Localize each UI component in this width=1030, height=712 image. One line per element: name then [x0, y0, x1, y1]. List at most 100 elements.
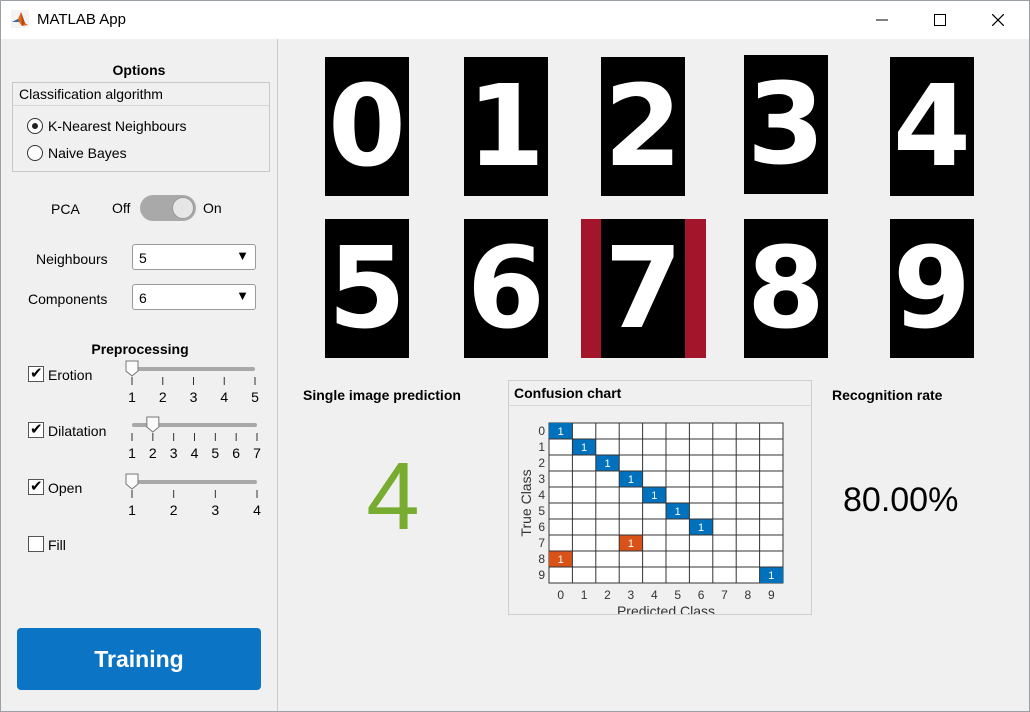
digit-glyph: 8 — [747, 223, 825, 354]
slider-tick-label: 3 — [170, 445, 178, 461]
x-axis-label: Predicted Class — [617, 603, 715, 614]
slider-tick-label: 1 — [128, 389, 136, 405]
digit-image-6[interactable]: 6 — [464, 219, 548, 358]
erotion-checkbox[interactable]: ✔ — [28, 365, 44, 382]
x-tick-label: 2 — [604, 588, 611, 602]
digit-image-8[interactable]: 8 — [744, 219, 828, 358]
digit-glyph: 3 — [747, 59, 825, 190]
y-tick-label: 9 — [538, 568, 545, 582]
maximize-icon — [934, 14, 946, 26]
slider-track[interactable] — [132, 367, 255, 371]
pca-on-label: On — [203, 200, 222, 216]
y-tick-label: 2 — [538, 456, 545, 470]
digit-glyph: 7 — [604, 223, 683, 354]
window-title: MATLAB App — [37, 11, 126, 28]
pca-off-label: Off — [112, 200, 131, 216]
checkmark-icon: ✔ — [30, 421, 43, 438]
slider-tick-label: 4 — [220, 389, 228, 405]
chevron-down-icon: ▼ — [236, 248, 249, 263]
radio-knn[interactable] — [27, 118, 43, 134]
dilatation-checkbox[interactable]: ✔ — [28, 421, 44, 438]
components-label: Components — [28, 291, 108, 307]
training-button[interactable]: Training — [17, 628, 261, 690]
pca-toggle[interactable] — [140, 195, 196, 221]
open-checkbox[interactable]: ✔ — [28, 478, 44, 495]
digit-image-5[interactable]: 5 — [325, 219, 409, 358]
options-panel: Options Classification algorithm K-Neare… — [1, 39, 278, 711]
slider-thumb[interactable] — [146, 416, 160, 433]
x-tick-label: 6 — [698, 588, 705, 602]
slider-tick-label: 2 — [149, 445, 157, 461]
fill-checkbox[interactable] — [28, 536, 44, 552]
slider-thumb[interactable] — [125, 473, 139, 490]
x-tick-label: 0 — [557, 588, 564, 602]
recognition-title: Recognition rate — [832, 387, 943, 403]
open-slider[interactable]: 1 2 3 4 — [125, 473, 265, 524]
digit-glyph: 9 — [893, 223, 971, 354]
slider-tick-label: 2 — [170, 502, 178, 518]
close-icon — [992, 14, 1004, 26]
components-dropdown[interactable]: 6 ▼ — [132, 284, 256, 310]
digit-image-1[interactable]: 1 — [464, 57, 548, 196]
prediction-title: Single image prediction — [303, 387, 461, 403]
x-tick-label: 8 — [745, 588, 752, 602]
fill-label: Fill — [48, 537, 66, 553]
slider-tick-label: 4 — [253, 502, 261, 518]
confusion-cell-label: 1 — [558, 426, 564, 438]
confusion-chart: 1 1 1 1 1 1 1 1 1 1 0 0 1 1 2 2 3 3 4 4 5 5 6 6 7 7 8 8 9 9 Predicted … — [518, 422, 784, 614]
slider-tick-label: 1 — [128, 502, 136, 518]
title-bar: MATLAB App — [1, 1, 1029, 39]
maximize-button[interactable] — [917, 1, 963, 39]
minimize-button[interactable] — [859, 1, 905, 39]
pca-toggle-knob[interactable] — [172, 197, 194, 219]
close-button[interactable] — [975, 1, 1021, 39]
app-window: MATLAB App Options Classification algori… — [0, 0, 1030, 712]
slider-track[interactable] — [132, 480, 257, 484]
digit-image-7-selected[interactable]: 7 — [581, 219, 706, 358]
neighbours-dropdown[interactable]: 5 ▼ — [132, 244, 256, 270]
digit-image-9[interactable]: 9 — [890, 219, 974, 358]
y-tick-label: 4 — [538, 488, 545, 502]
open-label: Open — [48, 480, 83, 496]
y-tick-label: 1 — [538, 440, 545, 454]
digit-glyph: 0 — [328, 61, 406, 192]
confusion-cell-label: 1 — [768, 570, 774, 582]
confusion-cell-label: 1 — [698, 522, 704, 534]
preprocessing-title: Preprocessing — [91, 341, 189, 357]
pca-label: PCA — [51, 201, 80, 217]
chevron-down-icon: ▼ — [236, 288, 249, 303]
erotion-slider[interactable]: 1 2 3 4 5 — [125, 360, 265, 411]
components-value: 6 — [139, 290, 147, 306]
slider-tick-label: 5 — [251, 389, 259, 405]
dilatation-slider[interactable]: 1234567 — [125, 416, 265, 467]
digit-image-2[interactable]: 2 — [601, 57, 685, 196]
y-axis-label: True Class — [518, 469, 534, 536]
checkmark-icon: ✔ — [30, 365, 43, 382]
radio-naive-bayes-label[interactable]: Naive Bayes — [48, 145, 127, 161]
digit-glyph: 2 — [604, 61, 682, 192]
matlab-logo-icon — [11, 10, 29, 28]
digit-image-0[interactable]: 0 — [325, 57, 409, 196]
classification-group: Classification algorithm K-Nearest Neigh… — [12, 82, 270, 172]
neighbours-label: Neighbours — [36, 251, 108, 267]
x-tick-label: 5 — [674, 588, 681, 602]
confusion-chart-title: Confusion chart — [514, 385, 622, 401]
y-tick-label: 6 — [538, 520, 545, 534]
digit-glyph: 4 — [893, 61, 971, 192]
classification-group-title: Classification algorithm — [19, 86, 163, 102]
digit-image-3[interactable]: 3 — [744, 55, 828, 194]
radio-naive-bayes[interactable] — [27, 145, 43, 161]
slider-tick-label: 3 — [211, 502, 219, 518]
x-tick-label: 7 — [721, 588, 728, 602]
slider-thumb[interactable] — [125, 360, 139, 377]
confusion-cell-label: 1 — [628, 474, 634, 486]
radio-knn-label[interactable]: K-Nearest Neighbours — [48, 118, 187, 134]
confusion-cell-label: 1 — [558, 554, 564, 566]
recognition-value: 80.00% — [843, 481, 959, 519]
x-tick-label: 1 — [581, 588, 588, 602]
slider-tick-label: 7 — [253, 445, 261, 461]
digit-image-4[interactable]: 4 — [890, 57, 974, 196]
classification-group-header: Classification algorithm — [13, 83, 269, 106]
slider-tick-label: 1 — [128, 445, 136, 461]
digit-glyph: 6 — [467, 223, 545, 354]
